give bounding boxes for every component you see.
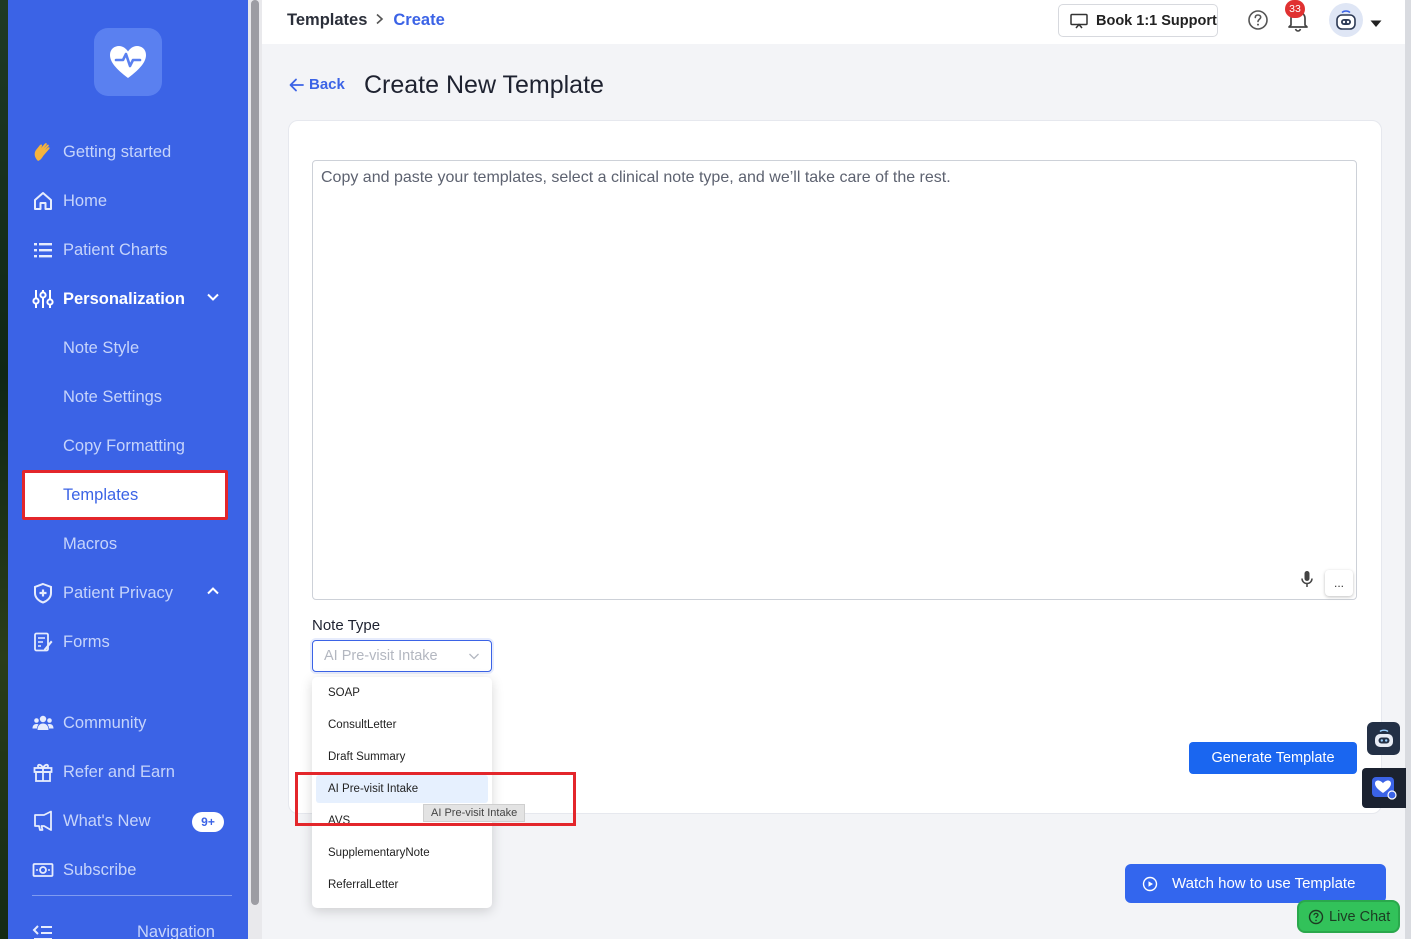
- note-type-option-soap[interactable]: SOAP: [316, 679, 488, 707]
- sidebar-item-label: Getting started: [63, 142, 172, 161]
- whats-new-badge: 9+: [192, 812, 224, 832]
- banknote-icon: [32, 859, 54, 881]
- chevron-up-icon: [206, 584, 220, 603]
- chevron-down-icon: [206, 290, 220, 309]
- sidebar-divider: [32, 895, 232, 896]
- generate-template-button[interactable]: Generate Template: [1189, 742, 1357, 774]
- sidebar-item-macros[interactable]: Macros: [63, 529, 117, 559]
- back-button[interactable]: Back: [289, 76, 345, 93]
- sidebar-item-label: Community: [63, 713, 147, 732]
- sidebar-item-forms[interactable]: Forms: [32, 627, 110, 657]
- sidebar-item-navigation[interactable]: Navigation: [32, 918, 232, 939]
- sidebar-item-label: What's New: [63, 811, 151, 830]
- top-bar: Templates Create Book 1:1 Support 33: [262, 0, 1411, 44]
- form-edit-icon: [32, 631, 54, 653]
- sidebar-item-label: Refer and Earn: [63, 762, 175, 781]
- home-icon: [32, 190, 54, 212]
- back-label: Back: [309, 76, 345, 93]
- robot-icon: [1374, 729, 1393, 747]
- more-options-button[interactable]: ...: [1325, 570, 1353, 596]
- live-chat-button[interactable]: Live Chat: [1297, 900, 1400, 933]
- collapse-menu-icon: [32, 922, 54, 939]
- avatar[interactable]: [1329, 3, 1363, 37]
- sidebar-item-label: Macros: [63, 534, 118, 553]
- watch-tutorial-button[interactable]: Watch how to use Template: [1125, 864, 1386, 903]
- sidebar-item-label: Forms: [63, 632, 110, 651]
- sidebar-item-subscribe[interactable]: Subscribe: [32, 855, 136, 885]
- template-text-editor[interactable]: Copy and paste your templates, select a …: [312, 160, 1357, 600]
- book-support-button[interactable]: Book 1:1 Support: [1058, 4, 1218, 37]
- sidebar-item-whats-new[interactable]: What's New: [32, 806, 151, 836]
- note-type-option-referral-letter[interactable]: ReferralLetter: [316, 871, 488, 899]
- waving-hand-icon: [32, 141, 54, 163]
- sidebar-item-label: Personalization: [63, 289, 185, 308]
- breadcrumb: Templates Create: [287, 11, 445, 30]
- breadcrumb-create: Create: [393, 11, 445, 29]
- sidebar-item-label: Patient Charts: [63, 240, 168, 259]
- editor-placeholder: Copy and paste your templates, select a …: [321, 169, 951, 186]
- account-caret-icon[interactable]: [1370, 15, 1382, 33]
- sidebar-item-community[interactable]: Community: [32, 708, 146, 738]
- book-support-label: Book 1:1 Support: [1096, 12, 1217, 29]
- arrow-left-icon: [289, 78, 304, 92]
- sidebar-item-label: Note Style: [63, 338, 140, 357]
- highlight-annotation: [295, 772, 576, 826]
- sidebar-item-getting-started[interactable]: Getting started: [32, 137, 171, 167]
- chevron-down-icon: [468, 650, 480, 666]
- watch-tutorial-label: Watch how to use Template: [1172, 875, 1356, 892]
- sidebar: Getting started Home Patient Charts Pers…: [8, 0, 248, 939]
- microphone-icon[interactable]: [1300, 570, 1314, 593]
- sidebar-item-note-style[interactable]: Note Style: [63, 333, 139, 363]
- presentation-icon: [1070, 13, 1088, 29]
- sliders-icon: [32, 288, 54, 310]
- sidebar-item-label: Patient Privacy: [63, 583, 174, 602]
- note-type-label: Note Type: [312, 617, 381, 634]
- sidebar-item-patient-privacy[interactable]: Patient Privacy: [32, 578, 232, 608]
- sidebar-item-copy-formatting[interactable]: Copy Formatting: [63, 431, 185, 461]
- breadcrumb-separator: [375, 11, 385, 30]
- sidebar-item-note-settings[interactable]: Note Settings: [63, 382, 162, 412]
- gift-icon: [32, 761, 54, 783]
- note-type-option-supplementary-note[interactable]: SupplementaryNote: [316, 839, 488, 867]
- sidebar-item-personalization[interactable]: Personalization: [32, 284, 232, 314]
- scrollbar-thumb[interactable]: [251, 0, 259, 905]
- people-icon: [32, 712, 54, 734]
- heart-logo-icon: [1372, 777, 1397, 800]
- shield-plus-icon: [32, 582, 54, 604]
- breadcrumb-templates[interactable]: Templates: [287, 11, 367, 30]
- sidebar-item-label: Copy Formatting: [63, 436, 185, 455]
- heart-pulse-icon: [110, 46, 146, 78]
- robot-avatar-icon: [1336, 10, 1356, 30]
- sidebar-scrollbar[interactable]: [248, 0, 262, 939]
- sidebar-item-label: Navigation: [137, 923, 215, 939]
- sidebar-item-label: Note Settings: [63, 387, 163, 406]
- live-chat-label: Live Chat: [1329, 908, 1391, 925]
- note-type-selected-value: AI Pre-visit Intake: [324, 648, 438, 664]
- help-icon[interactable]: [1247, 9, 1269, 36]
- sidebar-item-home[interactable]: Home: [32, 186, 107, 216]
- note-type-option-draft-summary[interactable]: Draft Summary: [316, 743, 488, 771]
- play-circle-icon: [1142, 876, 1158, 892]
- help-circle-icon: [1308, 909, 1324, 925]
- sidebar-item-label: Subscribe: [63, 860, 137, 879]
- floating-app-button[interactable]: [1362, 768, 1406, 808]
- sidebar-item-templates[interactable]: Templates: [22, 470, 228, 520]
- megaphone-icon: [32, 810, 54, 832]
- app-logo[interactable]: [94, 28, 162, 96]
- sidebar-item-patient-charts[interactable]: Patient Charts: [32, 235, 168, 265]
- desktop-background: [0, 0, 8, 939]
- notification-count-badge: 33: [1285, 0, 1305, 18]
- sidebar-item-refer-and-earn[interactable]: Refer and Earn: [32, 757, 175, 787]
- sidebar-item-label: Templates: [63, 486, 139, 504]
- note-type-option-consult-letter[interactable]: ConsultLetter: [316, 711, 488, 739]
- page-title: Create New Template: [364, 71, 604, 99]
- list-icon: [32, 239, 54, 261]
- note-type-select[interactable]: AI Pre-visit Intake: [312, 640, 492, 672]
- sidebar-item-label: Home: [63, 191, 108, 210]
- floating-assistant-button[interactable]: [1367, 722, 1400, 755]
